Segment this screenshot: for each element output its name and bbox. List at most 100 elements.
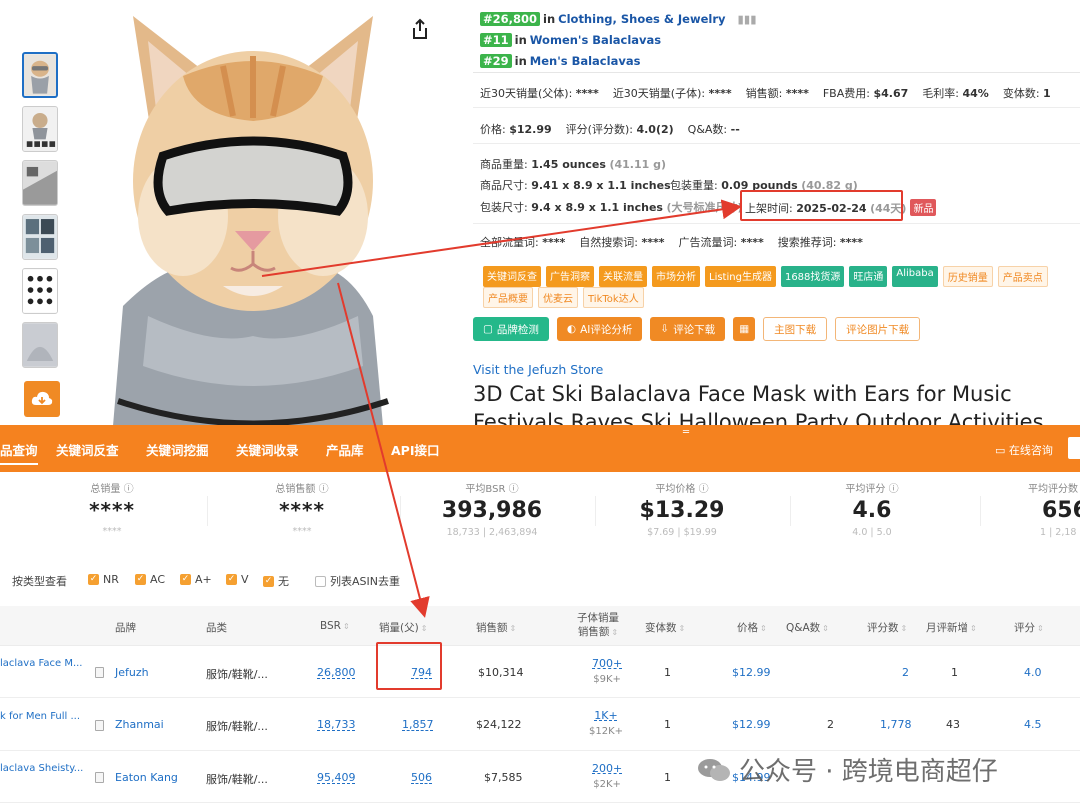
product-detail-area: #26,800 in Clothing, Shoes & Jewelry ▮▮▮ #…: [0, 0, 1080, 425]
col-bsr[interactable]: BSR ⇕: [320, 620, 350, 632]
rank-category-link[interactable]: Clothing, Shoes & Jewelry: [558, 12, 725, 26]
calculator-icon: ▦: [739, 323, 750, 335]
filter-checkbox-ac[interactable]: ✓ AC: [135, 573, 165, 586]
tool-tag[interactable]: 产品概要: [483, 287, 533, 308]
dims-row: 商品尺寸: 9.41 x 8.9 x 1.1 inches 包装重量: 0.09…: [480, 179, 858, 192]
ai-icon: ◐: [566, 323, 577, 335]
col-qa[interactable]: Q&A数 ⇕: [786, 620, 829, 635]
rank-line-1: #26,800 in Clothing, Shoes & Jewelry ▮▮▮: [480, 12, 757, 26]
pkg-dims-row: 包装尺寸: 9.4 x 8.9 x 1.1 inches (大号标准尺寸) 上架…: [480, 199, 937, 216]
tool-tag[interactable]: 产品卖点: [997, 266, 1048, 287]
table-row[interactable]: k for Men Full ... Zhanmai 服饰/鞋靴/... 18,…: [0, 699, 1080, 751]
col-sales-parent[interactable]: 销量(父) ⇕: [379, 620, 427, 635]
product-title-link[interactable]: k for Men Full ...: [0, 711, 80, 722]
thumbnail-1[interactable]: [22, 52, 58, 98]
tool-tag[interactable]: 市场分析: [652, 266, 700, 287]
drag-handle-icon[interactable]: ═: [683, 427, 689, 438]
doc-icon[interactable]: [95, 720, 104, 731]
help-icon: ⓘ: [318, 484, 329, 495]
info-box: 近30天销量(父体): **** 近30天销量(子体): **** 销售额: *…: [473, 72, 1080, 308]
col-ratings[interactable]: 评分数 ⇕: [867, 620, 907, 635]
thumbnail-5[interactable]: [22, 268, 58, 314]
stat-total-revenue: 总销售额 ⓘ **** ****: [275, 484, 329, 537]
watermark: 公众号 · 跨境电商超仔: [697, 751, 998, 788]
col-brand: 品牌: [115, 622, 136, 634]
thumbnail-4[interactable]: [22, 214, 58, 260]
tool-tag[interactable]: 历史销量: [942, 266, 993, 287]
filter-row: 按类型查看 ✓ NR ✓ AC ✓ A+ ✓ V ✓ 无 列表ASIN去重: [0, 556, 1080, 606]
col-revenue[interactable]: 销售额 ⇕: [476, 620, 516, 635]
store-link[interactable]: Visit the Jefuzh Store: [473, 362, 603, 377]
col-monthly-new[interactable]: 月评新增 ⇕: [926, 620, 977, 635]
nav-item-product-query[interactable]: 品查询: [0, 440, 38, 465]
flag-icon[interactable]: [1068, 437, 1080, 459]
bar-chart-icon[interactable]: ▮▮▮: [738, 12, 757, 26]
table-row[interactable]: laclava Face M... Jefuzh 服饰/鞋靴/... 26,80…: [0, 646, 1080, 698]
filter-checkbox-aplus[interactable]: ✓ A+: [180, 573, 212, 586]
tool-tag[interactable]: 广告洞察: [546, 266, 594, 287]
action-button-row: ▢ 品牌检测 ◐ AI评论分析 ⇩ 评论下载 ▦ 主图下载 评论图片下载: [473, 317, 921, 341]
thumbnail-3[interactable]: [22, 160, 58, 206]
help-icon: ⓘ: [888, 484, 899, 495]
nav-item-api[interactable]: API接口: [391, 440, 440, 459]
main-image-download-button[interactable]: 主图下载: [763, 317, 828, 341]
brand-link[interactable]: Jefuzh: [115, 666, 149, 679]
ai-review-button[interactable]: ◐ AI评论分析: [556, 317, 643, 341]
tool-nav-bar: ═ 品查询 关键词反查 关键词挖掘 关键词收录 产品库 API接口 ▭ 在线咨询: [0, 425, 1080, 472]
chat-icon: ▭: [995, 444, 1006, 457]
filter-checkbox-v[interactable]: ✓ V: [226, 573, 249, 586]
online-consult-link[interactable]: ▭ 在线咨询: [995, 442, 1053, 458]
calculator-button[interactable]: ▦: [733, 317, 756, 341]
stats-summary: 总销量 ⓘ **** **** 总销售额 ⓘ **** **** 平均BSR ⓘ…: [0, 472, 1080, 556]
nav-item-product-db[interactable]: 产品库: [326, 440, 364, 459]
col-variants[interactable]: 变体数 ⇕: [645, 620, 685, 635]
tool-tag[interactable]: 优麦云: [538, 287, 578, 308]
brand-check-button[interactable]: ▢ 品牌检测: [473, 317, 549, 341]
tool-tag[interactable]: 旺店通: [849, 266, 888, 287]
doc-icon[interactable]: [95, 772, 104, 783]
filter-checkbox-none[interactable]: ✓ 无: [263, 573, 289, 589]
stat-avg-bsr: 平均BSR ⓘ 393,986 18,733 | 2,463,894: [441, 484, 543, 538]
download-icon: ⇩: [660, 323, 670, 335]
nav-item-keyword-mining[interactable]: 关键词挖掘: [146, 440, 209, 459]
rank-line-2: #11 in Women's Balaclavas: [480, 33, 661, 47]
cloud-download-button[interactable]: [24, 381, 60, 417]
rank-line-3: #29 in Men's Balaclavas: [480, 54, 640, 68]
filter-checkbox-dedupe[interactable]: 列表ASIN去重: [315, 573, 400, 589]
col-category: 品类: [206, 622, 227, 634]
weight-row: 商品重量: 1.45 ounces (41.11 g): [480, 158, 666, 171]
tool-tag[interactable]: Listing生成器: [705, 266, 776, 287]
tool-tags-row-1: 关键词反查 广告洞察 关联流量 市场分析 Listing生成器 1688找货源 旺店通 Ali…: [483, 266, 1048, 287]
help-icon: ⓘ: [698, 484, 709, 495]
new-badge: 新品: [910, 199, 937, 216]
brand-link[interactable]: Zhanmai: [115, 718, 164, 731]
col-price[interactable]: 价格 ⇕: [737, 620, 767, 635]
tool-tag[interactable]: 1688找货源: [780, 266, 845, 287]
nav-item-keyword-index[interactable]: 关键词收录: [236, 440, 299, 459]
help-icon: ⓘ: [508, 484, 519, 495]
product-title-link[interactable]: laclava Face M...: [0, 658, 83, 669]
traffic-row: 全部流量词: **** 自然搜索词: **** 广告流量词: **** 搜索推荐…: [480, 236, 863, 249]
thumbnail-2[interactable]: [22, 106, 58, 152]
tool-tag[interactable]: Alibaba: [892, 266, 938, 287]
review-image-download-button[interactable]: 评论图片下载: [835, 317, 921, 341]
rank-category-link[interactable]: Men's Balaclavas: [530, 54, 641, 68]
doc-icon[interactable]: [95, 667, 104, 678]
sales-row: 近30天销量(父体): **** 近30天销量(子体): **** 销售额: *…: [480, 87, 1051, 100]
tool-tag[interactable]: 关联流量: [599, 266, 647, 287]
nav-item-keyword-reverse[interactable]: 关键词反查: [56, 440, 119, 459]
help-icon: ⓘ: [123, 484, 134, 495]
thumbnail-6[interactable]: [22, 322, 58, 368]
share-icon[interactable]: [410, 18, 430, 40]
tool-tag[interactable]: 关键词反查: [483, 266, 541, 287]
rank-badge: #26,800: [480, 12, 541, 26]
rank-category-link[interactable]: Women's Balaclavas: [530, 33, 661, 47]
col-child-sales[interactable]: 子体销量 销售额 ⇕: [577, 611, 619, 640]
tool-tag[interactable]: TikTok达人: [583, 287, 644, 308]
highlight-box-sales: [376, 642, 442, 690]
review-download-button[interactable]: ⇩ 评论下载: [650, 317, 726, 341]
product-title-link[interactable]: laclava Sheisty...: [0, 763, 83, 774]
col-rating[interactable]: 评分 ⇕: [1014, 620, 1044, 635]
brand-link[interactable]: Eaton Kang: [115, 771, 178, 784]
filter-checkbox-nr[interactable]: ✓ NR: [88, 573, 119, 586]
